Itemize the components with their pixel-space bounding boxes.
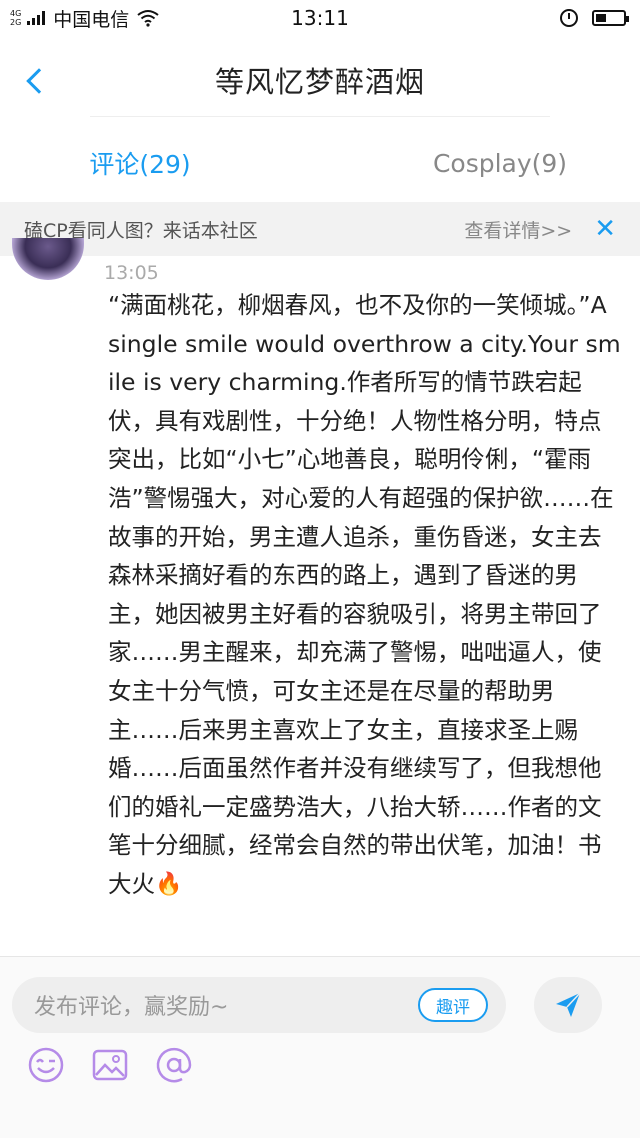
chevron-left-icon[interactable] xyxy=(26,68,52,94)
fire-icon: 🔥 xyxy=(155,872,183,898)
emoji-button[interactable] xyxy=(26,1045,66,1085)
tab-cosplay[interactable]: Cosplay(9) xyxy=(320,128,640,198)
banner-details-link[interactable]: 查看详情>> xyxy=(464,216,572,243)
composer-tools xyxy=(26,1045,194,1085)
mention-button[interactable] xyxy=(154,1045,194,1085)
network-type-bottom: 2G xyxy=(10,18,22,27)
close-icon[interactable]: ✕ xyxy=(594,216,616,242)
comment-body: “满面桃花，柳烟春风，也不及你的一笑倾城。”A single smile wou… xyxy=(108,286,622,905)
comment-text: “满面桃花，柳烟春风，也不及你的一笑倾城。”A single smile wou… xyxy=(108,291,621,898)
comment-time: 13:05 xyxy=(104,262,159,284)
network-type-top: 4G xyxy=(10,9,22,18)
comment-composer: 发布评论，赢奖励~ 趣评 xyxy=(0,956,640,1138)
comment-input[interactable]: 发布评论，赢奖励~ 趣评 xyxy=(12,977,506,1033)
tab-comments[interactable]: 评论(29) xyxy=(0,128,320,198)
page-title: 等风忆梦醉酒烟 xyxy=(214,65,425,99)
promo-banner[interactable]: 磕CP看同人图？来话本社区 查看详情>> ✕ xyxy=(0,202,640,256)
header: 等风忆梦醉酒烟 xyxy=(0,36,640,124)
status-bar: 4G 2G 中国电信 13:11 xyxy=(0,0,640,36)
battery-icon xyxy=(592,10,629,26)
fun-comment-button[interactable]: 趣评 xyxy=(418,988,488,1022)
tab-bar: 评论(29) Cosplay(9) xyxy=(0,128,640,198)
image-button[interactable] xyxy=(90,1045,130,1085)
carrier-name: 中国电信 xyxy=(53,8,130,31)
signal-icon xyxy=(27,11,46,25)
banner-text: 磕CP看同人图？来话本社区 xyxy=(24,219,258,242)
status-right xyxy=(560,9,629,27)
emoji-icon xyxy=(28,1047,64,1083)
network-type: 4G 2G xyxy=(10,9,21,27)
wifi-icon xyxy=(137,10,159,27)
comment-input-placeholder: 发布评论，赢奖励~ xyxy=(34,995,229,1020)
avatar[interactable] xyxy=(12,238,84,280)
header-divider xyxy=(90,116,550,117)
mention-icon xyxy=(156,1047,192,1083)
send-button[interactable] xyxy=(534,977,602,1033)
send-icon xyxy=(556,992,581,1017)
image-icon xyxy=(92,1049,128,1081)
status-left: 4G 2G 中国电信 xyxy=(10,5,159,32)
alarm-icon xyxy=(560,9,578,27)
